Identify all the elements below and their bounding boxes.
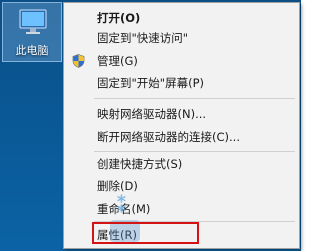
- menu-item-pin-start[interactable]: 固定到"开始"屏幕(P): [64, 73, 299, 93]
- menu-item-map-network-drive[interactable]: 映射网络驱动器(N)...: [64, 104, 299, 124]
- menu-item-disconnect-network-drive[interactable]: 断开网络驱动器的连接(C)...: [64, 127, 299, 147]
- menu-item-label: 断开网络驱动器的连接(C)...: [97, 130, 240, 144]
- computer-icon: [19, 9, 47, 34]
- menu-item-open[interactable]: 打开(O): [64, 8, 299, 28]
- menu-item-delete[interactable]: 删除(D): [64, 176, 299, 196]
- menu-item-label: 固定到"快速访问": [97, 31, 189, 45]
- menu-item-rename[interactable]: 重命名(M): [64, 199, 299, 219]
- menu-item-label: 创建快捷方式(S): [97, 157, 183, 171]
- menu-separator: [94, 151, 295, 152]
- menu-separator: [94, 98, 295, 99]
- this-pc-desktop-icon[interactable]: 此电脑: [2, 2, 62, 62]
- menu-item-manage[interactable]: 管理(G): [64, 51, 299, 71]
- menu-item-label: 固定到"开始"屏幕(P): [97, 76, 204, 90]
- this-pc-label: 此电脑: [15, 44, 49, 57]
- menu-item-create-shortcut[interactable]: 创建快捷方式(S): [64, 154, 299, 174]
- menu-item-label: 打开(O): [97, 11, 141, 25]
- context-menu: 打开(O) 固定到"快速访问" 管理(G) 固定到"开始"屏幕(P) 映射网络驱…: [63, 2, 300, 249]
- menu-item-label: 映射网络驱动器(N)...: [97, 107, 207, 121]
- highlight-box: [92, 222, 199, 244]
- uac-shield-icon: [72, 54, 85, 68]
- watermark-glyph: ⁑: [116, 193, 128, 218]
- menu-item-pin-quick-access[interactable]: 固定到"快速访问": [64, 28, 299, 48]
- menu-item-label: 管理(G): [97, 54, 138, 68]
